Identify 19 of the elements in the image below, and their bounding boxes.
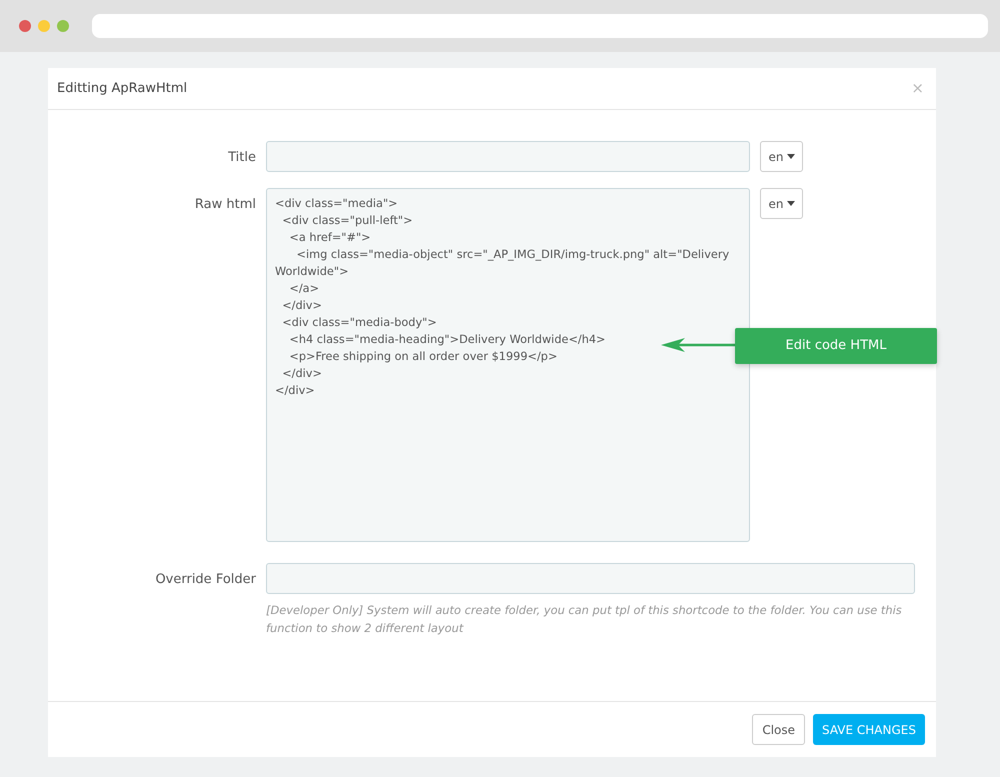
address-bar[interactable] bbox=[92, 14, 988, 38]
code-textarea[interactable]: <div class="media"> <div class="pull-left"> <a href="#"> <img class="media-object" src="_AP_IMG_DIR/img-truck.png" alt="Delivery Worldwide"> </a> </div> <div class="media-body"> <h4 class="media-heading">Delivery Worldwide</h4> <p>Free shipping on all order over $1999</p> </div> </div> bbox=[266, 188, 750, 542]
text-field[interactable] bbox=[266, 141, 750, 172]
maximize-window-dot[interactable] bbox=[57, 20, 69, 32]
language-dropdown[interactable]: en bbox=[760, 141, 803, 172]
caret-icon bbox=[786, 154, 794, 159]
language-dropdown[interactable]: en bbox=[760, 188, 803, 219]
text-field[interactable] bbox=[266, 563, 915, 594]
field-label: Override Folder bbox=[154, 571, 257, 589]
close-window-dot[interactable] bbox=[19, 20, 31, 32]
arrow-icon bbox=[661, 338, 736, 352]
help-text: [Developer Only] System will auto create folder, you can put tpl of this shortcode to the folder. You can use this function to show 2 different layout bbox=[266, 602, 903, 637]
modal-title: Editting ApRawHtml bbox=[57, 80, 188, 98]
field-label: Title bbox=[227, 149, 257, 167]
caret-icon bbox=[786, 201, 794, 206]
callout-label: Edit code HTML bbox=[735, 328, 937, 364]
field-label: Raw html bbox=[194, 196, 257, 214]
minimize-window-dot[interactable] bbox=[38, 20, 50, 32]
close-button[interactable]: Close bbox=[752, 714, 806, 745]
